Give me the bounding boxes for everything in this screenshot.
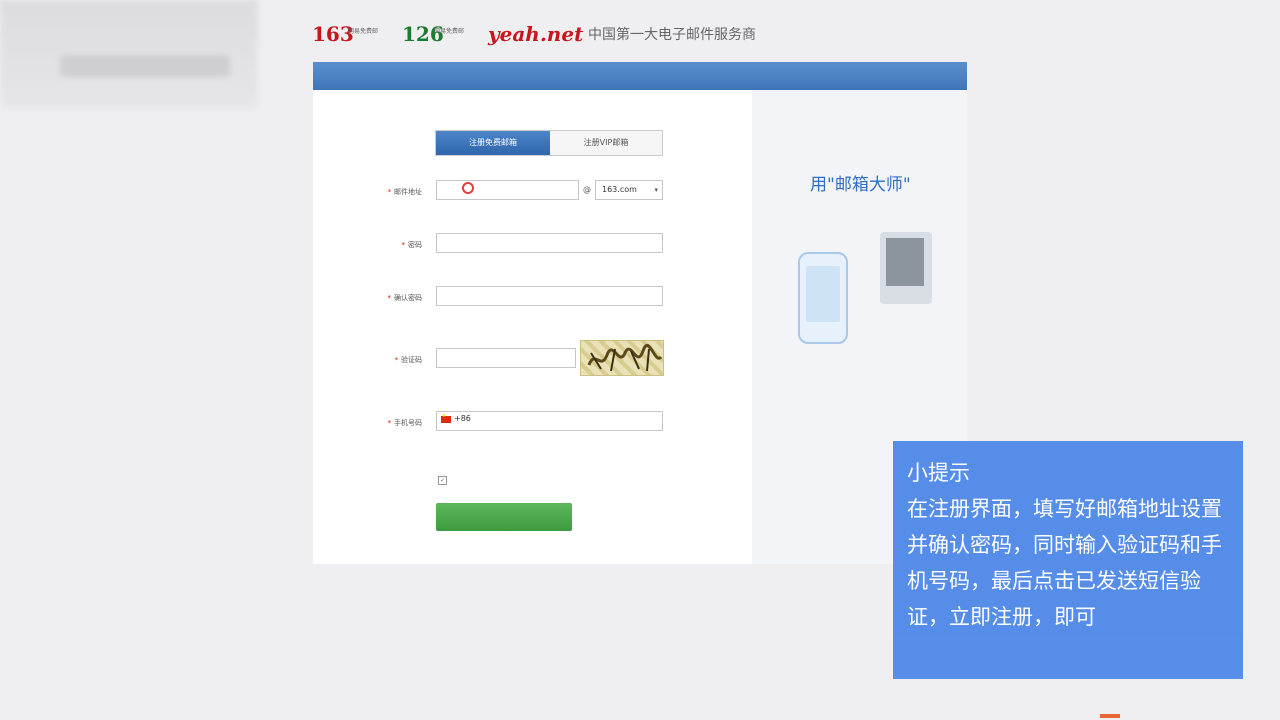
- password-input[interactable]: [436, 233, 663, 253]
- promo-title: 用"邮箱大师": [810, 175, 911, 195]
- tip-title: 小提示: [907, 461, 970, 485]
- header-slogan: 中国第一大电子邮件服务商: [588, 27, 756, 43]
- email-label-text: 邮件地址: [394, 188, 422, 196]
- logo-163-subtitle: 网易免费邮: [348, 28, 379, 35]
- info-banner: [313, 62, 967, 90]
- logo-126-subtitle: 网易免费邮: [434, 28, 465, 35]
- agreement-row: ✓: [438, 476, 451, 485]
- captcha-input[interactable]: [436, 348, 576, 368]
- phone-label-text: 手机号码: [394, 419, 422, 427]
- domain-select[interactable]: 163.com ▾: [595, 180, 663, 200]
- password-label: * 密码: [401, 241, 423, 249]
- at-sign: @: [583, 185, 591, 194]
- phone-label: * 手机号码: [387, 419, 423, 427]
- text-cursor-ring-icon: [462, 182, 474, 194]
- tab-free-mail[interactable]: 注册免费邮箱: [436, 131, 550, 155]
- phone-illustration-icon: [798, 252, 848, 344]
- china-flag-icon[interactable]: [441, 413, 451, 423]
- laptop-illustration-icon: [880, 232, 932, 304]
- captcha-image[interactable]: [580, 340, 664, 376]
- corner-mark: [1100, 714, 1120, 718]
- submit-button[interactable]: [436, 503, 572, 531]
- domain-value: 163.com: [602, 185, 637, 194]
- phone-country-code[interactable]: +86: [454, 414, 471, 423]
- email-input[interactable]: [436, 180, 579, 200]
- captcha-label: * 验证码: [394, 356, 423, 364]
- checkbox-icon[interactable]: ✓: [438, 476, 447, 485]
- blurred-bar: [60, 55, 230, 77]
- password-label-text: 密码: [408, 241, 422, 249]
- confirm-password-input[interactable]: [436, 286, 663, 306]
- tip-overlay: 小提示 在注册界面，填写好邮箱地址设置并确认密码，同时输入验证码和手机号码，最后…: [893, 441, 1243, 679]
- captcha-glyphs: [587, 343, 663, 372]
- tab-vip-mail[interactable]: 注册VIP邮箱: [550, 131, 662, 155]
- site-header: 163 网易免费邮 126 网易免费邮 yeah.net 中国第一大电子邮件服务…: [312, 18, 968, 50]
- blurred-overlay: [0, 0, 258, 108]
- confirm-password-label: * 确认密码: [387, 294, 423, 302]
- email-label: * 邮件地址: [387, 188, 423, 196]
- captcha-label-text: 验证码: [401, 356, 422, 364]
- dropdown-arrow-icon: ▾: [654, 186, 658, 194]
- confirm-label-text: 确认密码: [394, 294, 422, 302]
- logo-yeah[interactable]: yeah.net: [488, 22, 583, 46]
- tip-body: 在注册界面，填写好邮箱地址设置并确认密码，同时输入验证码和手机号码，最后点击已发…: [907, 497, 1222, 629]
- register-tabs: 注册免费邮箱 注册VIP邮箱: [435, 130, 663, 156]
